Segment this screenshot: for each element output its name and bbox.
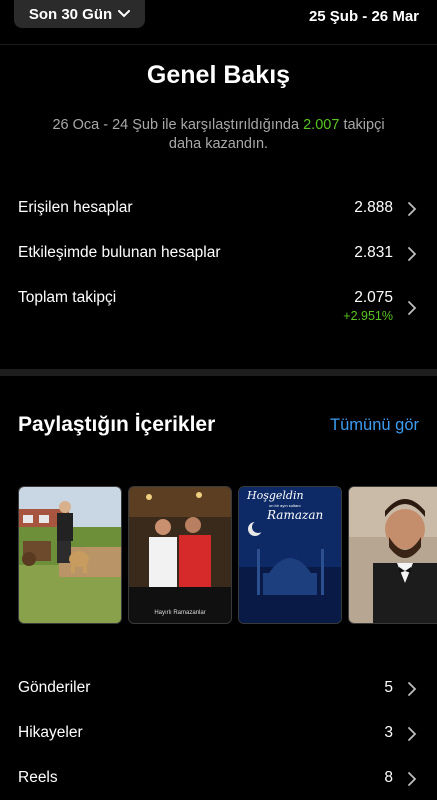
- count-label: Reels: [18, 769, 58, 786]
- photo-image: [349, 487, 437, 623]
- chevron-right-icon: [408, 727, 417, 741]
- chevron-right-icon: [408, 247, 417, 261]
- count-label: Hikayeler: [18, 724, 83, 741]
- metric-value: 2.831: [354, 244, 393, 261]
- thumbnail-text-line1: Hoşgeldin: [246, 489, 304, 502]
- metric-row-total-followers[interactable]: Toplam takipçi 2.075 +2.951%: [18, 289, 419, 329]
- photo-image: Hayırlı Ramazanlar: [129, 487, 231, 623]
- follower-gain-value: 2.007: [303, 117, 340, 133]
- metric-row-reached-accounts[interactable]: Erişilen hesaplar 2.888: [18, 199, 419, 223]
- thumbnail-man-with-dog[interactable]: [18, 486, 122, 624]
- see-all-link[interactable]: Tümünü gör: [330, 416, 419, 435]
- chevron-right-icon: [408, 682, 417, 696]
- thumbnail-text-line3: Ramazan: [266, 508, 323, 522]
- count-row-stories[interactable]: Hikayeler 3: [18, 724, 419, 748]
- period-label: Son 30 Gün: [28, 5, 113, 23]
- photo-image: [19, 487, 121, 623]
- metric-label: Erişilen hesaplar: [18, 199, 133, 216]
- chevron-right-icon: [408, 772, 417, 786]
- metric-value: 2.888: [354, 199, 393, 216]
- chevron-down-icon: [118, 10, 131, 18]
- thumbnail-man-portrait[interactable]: [348, 486, 437, 624]
- chevron-right-icon: [408, 301, 417, 315]
- content-section-title: Paylaştığın İçerikler: [18, 413, 216, 436]
- overview-title: Genel Bakış: [146, 61, 291, 89]
- period-dropdown-button[interactable]: Son 30 Gün: [14, 0, 145, 28]
- count-label: Gönderiler: [18, 679, 91, 696]
- thumbnail-ramadan-mosque[interactable]: Hoşgeldin on bir ayın sultanı Ramazan: [238, 486, 342, 624]
- photo-image: Hoşgeldin on bir ayın sultanı Ramazan: [239, 487, 341, 623]
- metric-label: Etkileşimde bulunan hesaplar: [18, 244, 221, 261]
- metric-row-engaged-accounts[interactable]: Etkileşimde bulunan hesaplar 2.831: [18, 244, 419, 268]
- date-range: 25 Şub - 26 Mar: [308, 8, 419, 25]
- count-value: 5: [384, 679, 393, 696]
- comparison-text: 26 Oca - 24 Şub ile karşılaştırıldığında…: [52, 117, 385, 152]
- thumbnail-two-men[interactable]: Hayırlı Ramazanlar: [128, 486, 232, 624]
- count-row-reels[interactable]: Reels 8: [18, 769, 419, 793]
- metric-change: +2.951%: [343, 309, 393, 323]
- count-value: 8: [384, 769, 393, 786]
- content-thumbnails: Hayırlı Ramazanlar Hoşgeldin on bir ayın…: [18, 486, 437, 624]
- metric-value: 2.075: [354, 289, 393, 306]
- section-divider: [0, 369, 437, 376]
- count-value: 3: [384, 724, 393, 741]
- metric-label: Toplam takipçi: [18, 289, 117, 306]
- chevron-right-icon: [408, 202, 417, 216]
- thumbnail-caption: Hayırlı Ramazanlar: [154, 610, 205, 616]
- count-row-posts[interactable]: Gönderiler 5: [18, 679, 419, 703]
- top-bar: Son 30 Gün 25 Şub - 26 Mar: [0, 0, 437, 45]
